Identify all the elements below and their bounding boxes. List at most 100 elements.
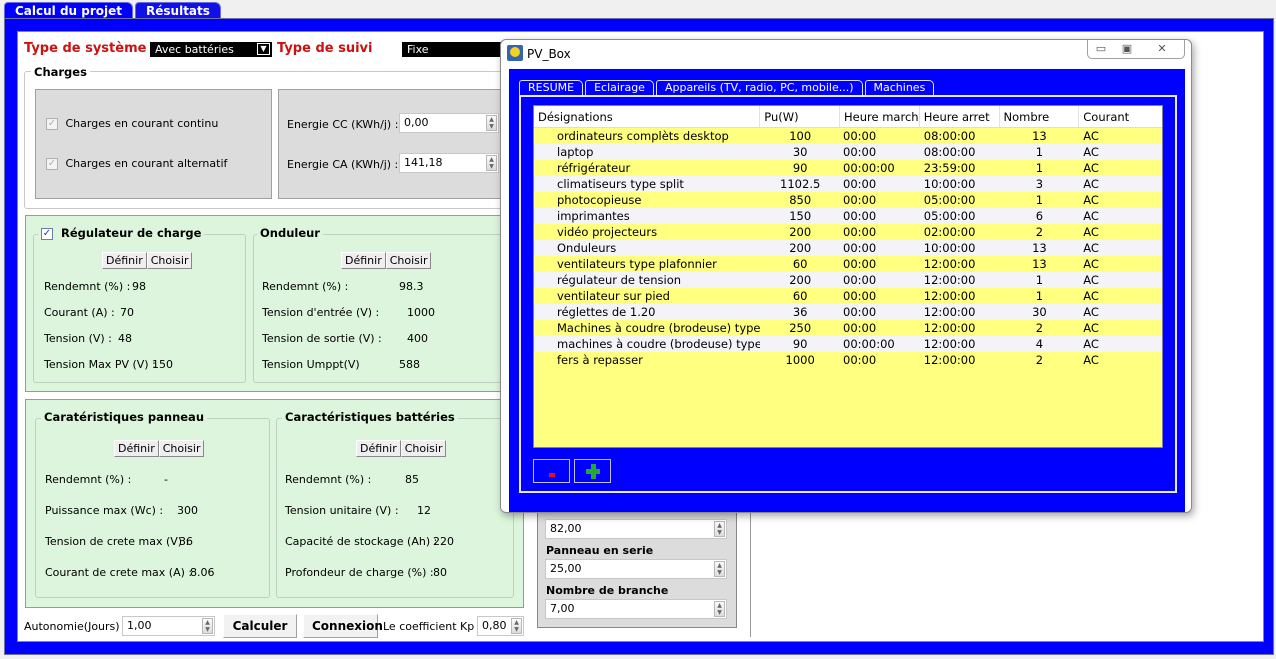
count-cell[interactable]: 1: [1000, 160, 1080, 176]
designation-cell[interactable]: Machines à coudre (brodeuse) type 1: [534, 320, 760, 336]
power-cell[interactable]: 60: [760, 256, 840, 272]
stop-time-cell[interactable]: 23:59:00: [920, 160, 1000, 176]
stop-time-cell[interactable]: 02:00:00: [920, 224, 1000, 240]
power-cell[interactable]: 200: [760, 224, 840, 240]
start-time-cell[interactable]: 00:00: [840, 176, 920, 192]
table-row[interactable]: ventilateur sur pied 60 00:00 12:00:00 1 AC: [534, 288, 1162, 304]
chevron-down-icon[interactable]: ▼: [257, 43, 270, 55]
stop-time-cell[interactable]: 12:00:00: [920, 288, 1000, 304]
start-time-cell[interactable]: 00:00: [840, 320, 920, 336]
start-time-cell[interactable]: 00:00: [840, 256, 920, 272]
regulator-checkbox[interactable]: ✓: [41, 227, 53, 240]
current-cell[interactable]: AC: [1079, 192, 1162, 208]
current-cell[interactable]: AC: [1079, 128, 1162, 144]
tab-eclairage[interactable]: Eclairage: [585, 80, 654, 95]
stop-time-cell[interactable]: 10:00:00: [920, 176, 1000, 192]
power-cell[interactable]: 200: [760, 240, 840, 256]
tab-resultats[interactable]: Résultats: [135, 2, 221, 18]
spinner-arrows-icon[interactable]: ▲ ▼: [486, 155, 497, 171]
power-cell[interactable]: 100: [760, 128, 840, 144]
current-cell[interactable]: AC: [1079, 288, 1162, 304]
stop-time-cell[interactable]: 12:00:00: [920, 272, 1000, 288]
stop-time-cell[interactable]: 08:00:00: [920, 128, 1000, 144]
power-cell[interactable]: 90: [760, 336, 840, 352]
current-cell[interactable]: AC: [1079, 272, 1162, 288]
designation-cell[interactable]: régulateur de tension: [534, 272, 760, 288]
branch-count-input[interactable]: 7,00 ▲ ▼: [545, 599, 727, 619]
dc-charges-checkbox[interactable]: ✓: [46, 118, 58, 130]
designation-cell[interactable]: Onduleurs: [534, 240, 760, 256]
kp-input[interactable]: 0,80 ▲ ▼: [477, 616, 524, 636]
column-header-designations[interactable]: Désignations: [534, 106, 761, 127]
table-row[interactable]: ordinateurs complèts desktop 100 00:00 08:0…: [534, 128, 1162, 144]
current-cell[interactable]: AC: [1079, 224, 1162, 240]
maximize-icon[interactable]: ▣: [1114, 40, 1140, 58]
count-cell[interactable]: 1: [1000, 144, 1080, 160]
connect-button[interactable]: Connexion: [303, 614, 383, 638]
count-cell[interactable]: 2: [1000, 320, 1080, 336]
inverter-choose-button[interactable]: Choisir: [385, 252, 432, 269]
start-time-cell[interactable]: 00:00: [840, 144, 920, 160]
start-time-cell[interactable]: 00:00: [840, 288, 920, 304]
designation-cell[interactable]: fers à repasser: [534, 352, 760, 368]
start-time-cell[interactable]: 00:00:00: [840, 336, 920, 352]
stop-time-cell[interactable]: 10:00:00: [920, 240, 1000, 256]
battery-define-button[interactable]: Définir: [356, 440, 401, 457]
count-cell[interactable]: 13: [1000, 240, 1080, 256]
stop-time-cell[interactable]: 12:00:00: [920, 256, 1000, 272]
autonomy-input[interactable]: 1,00 ▲ ▼: [122, 616, 215, 636]
start-time-cell[interactable]: 00:00: [840, 304, 920, 320]
designation-cell[interactable]: vidéo projecteurs: [534, 224, 760, 240]
designation-cell[interactable]: ventilateurs type plafonnier: [534, 256, 760, 272]
table-row[interactable]: laptop 30 00:00 08:00:00 1 AC: [534, 144, 1162, 160]
count-cell[interactable]: 13: [1000, 128, 1080, 144]
count-cell[interactable]: 2: [1000, 352, 1080, 368]
current-cell[interactable]: AC: [1079, 144, 1162, 160]
designation-cell[interactable]: réglettes de 1.20: [534, 304, 760, 320]
stop-time-cell[interactable]: 12:00:00: [920, 352, 1000, 368]
energy-ac-input[interactable]: 141,18 ▲ ▼: [399, 153, 499, 173]
dc-charges-option[interactable]: ✓ Charges en courant continu: [46, 117, 218, 130]
column-header-power[interactable]: Pu(W): [760, 106, 841, 127]
tab-appareils[interactable]: Appareils (TV, radio, PC, mobile...): [655, 80, 863, 95]
stop-time-cell[interactable]: 08:00:00: [920, 144, 1000, 160]
column-header-count[interactable]: Nombre: [1000, 106, 1080, 127]
count-cell[interactable]: 6: [1000, 208, 1080, 224]
power-cell[interactable]: 36: [760, 304, 840, 320]
start-time-cell[interactable]: 00:00: [840, 352, 920, 368]
power-cell[interactable]: 150: [760, 208, 840, 224]
count-cell[interactable]: 1: [1000, 272, 1080, 288]
close-icon[interactable]: ✕: [1140, 40, 1184, 58]
column-header-stop-time[interactable]: Heure arret: [920, 106, 1000, 127]
spinner-arrows-icon[interactable]: ▲ ▼: [486, 115, 497, 131]
inverter-define-button[interactable]: Définir: [341, 252, 386, 269]
spinner-arrows-icon[interactable]: ▲ ▼: [714, 561, 725, 577]
stop-time-cell[interactable]: 05:00:00: [920, 192, 1000, 208]
power-cell[interactable]: 60: [760, 288, 840, 304]
top-result-input[interactable]: 82,00 ▲ ▼: [545, 519, 727, 539]
regulator-define-button[interactable]: Définir: [102, 252, 147, 269]
power-cell[interactable]: 1102.5: [760, 176, 840, 192]
tracking-type-select[interactable]: Fixe: [402, 42, 512, 57]
power-cell[interactable]: 30: [760, 144, 840, 160]
panel-define-button[interactable]: Définir: [114, 440, 159, 457]
remove-row-button[interactable]: [533, 459, 570, 483]
column-header-current[interactable]: Courant: [1079, 106, 1162, 127]
count-cell[interactable]: 4: [1000, 336, 1080, 352]
designation-cell[interactable]: ordinateurs complèts desktop: [534, 128, 760, 144]
power-cell[interactable]: 850: [760, 192, 840, 208]
designation-cell[interactable]: climatiseurs type split: [534, 176, 760, 192]
current-cell[interactable]: AC: [1079, 352, 1162, 368]
panels-in-series-input[interactable]: 25,00 ▲ ▼: [545, 559, 727, 579]
power-cell[interactable]: 90: [760, 160, 840, 176]
current-cell[interactable]: AC: [1079, 208, 1162, 224]
minimize-icon[interactable]: ▭: [1088, 40, 1114, 58]
system-type-select[interactable]: Avec battéries ▼: [150, 42, 272, 57]
count-cell[interactable]: 1: [1000, 288, 1080, 304]
panel-choose-button[interactable]: Choisir: [158, 440, 205, 457]
stop-time-cell[interactable]: 12:00:00: [920, 320, 1000, 336]
table-row[interactable]: réglettes de 1.20 36 00:00 12:00:00 30 AC: [534, 304, 1162, 320]
count-cell[interactable]: 2: [1000, 224, 1080, 240]
regulator-choose-button[interactable]: Choisir: [146, 252, 193, 269]
table-row[interactable]: régulateur de tension 200 00:00 12:00:00 1 AC: [534, 272, 1162, 288]
